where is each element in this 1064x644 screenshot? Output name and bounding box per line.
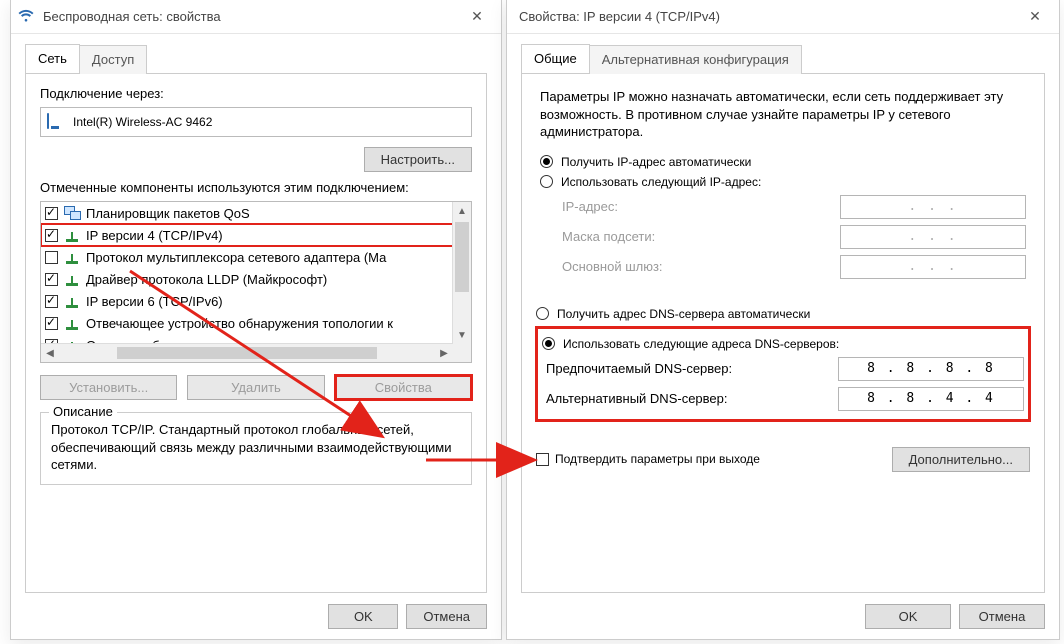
radio-dns-auto[interactable]: Получить адрес DNS-сервера автоматически: [536, 307, 1030, 321]
radio-label: Получить адрес DNS-сервера автоматически: [557, 307, 810, 321]
alternate-dns-label: Альтернативный DNS-сервер:: [546, 391, 838, 406]
subnet-mask-input: . . .: [840, 225, 1026, 249]
validate-checkbox-row[interactable]: Подтвердить параметры при выходе: [536, 452, 760, 466]
radio-ip-auto[interactable]: Получить IP-адрес автоматически: [540, 155, 1026, 169]
item-label: Планировщик пакетов QoS: [86, 206, 250, 221]
checkbox[interactable]: [45, 251, 58, 264]
components-list[interactable]: Планировщик пакетов QoS IP версии 4 (TCP…: [40, 201, 472, 363]
protocol-icon: [64, 228, 80, 242]
titlebar[interactable]: Беспроводная сеть: свойства ✕: [11, 0, 501, 34]
checkbox[interactable]: [45, 317, 58, 330]
subnet-mask-label: Маска подсети:: [562, 229, 840, 244]
radio-icon: [540, 175, 553, 188]
preferred-dns-input[interactable]: 8 . 8 . 8 . 8: [838, 357, 1024, 381]
tab-page: Параметры IP можно назначать автоматичес…: [521, 73, 1045, 593]
connect-via-label: Подключение через:: [40, 86, 472, 101]
checkbox[interactable]: [45, 295, 58, 308]
remove-button[interactable]: Удалить: [187, 375, 324, 400]
close-icon[interactable]: ✕: [1017, 2, 1053, 30]
close-icon[interactable]: ✕: [459, 2, 495, 30]
adapter-icon: [47, 114, 65, 130]
alternate-dns-input[interactable]: 8 . 8 . 4 . 4: [838, 387, 1024, 411]
list-item[interactable]: Протокол мультиплексора сетевого адаптер…: [41, 246, 453, 268]
tab-general[interactable]: Общие: [521, 44, 590, 73]
tab-alt-config[interactable]: Альтернативная конфигурация: [589, 45, 802, 74]
radio-ip-manual[interactable]: Использовать следующий IP-адрес:: [540, 175, 1026, 189]
list-item[interactable]: Драйвер протокола LLDP (Майкрософт): [41, 268, 453, 290]
list-item[interactable]: IP версии 6 (TCP/IPv6): [41, 290, 453, 312]
item-label: Отвечающее устройство обнаружения тополо…: [86, 316, 393, 331]
tab-page: Подключение через: Intel(R) Wireless-AC …: [25, 73, 487, 593]
network-properties-window: Беспроводная сеть: свойства ✕ Сеть Досту…: [10, 0, 502, 640]
ip-address-label: IP-адрес:: [562, 199, 840, 214]
adapter-name: Intel(R) Wireless-AC 9462: [73, 115, 212, 129]
validate-label: Подтвердить параметры при выходе: [555, 452, 760, 466]
gateway-label: Основной шлюз:: [562, 259, 840, 274]
radio-icon: [540, 155, 553, 168]
adapter-field[interactable]: Intel(R) Wireless-AC 9462: [40, 107, 472, 137]
list-item[interactable]: Отвечающее устройство обнаружения тополо…: [41, 312, 453, 334]
vertical-scrollbar[interactable]: ▲▼: [452, 202, 471, 344]
cancel-button[interactable]: Отмена: [406, 604, 487, 629]
window-title: Беспроводная сеть: свойства: [43, 9, 459, 24]
radio-icon: [542, 337, 555, 350]
titlebar[interactable]: Свойства: IP версии 4 (TCP/IPv4) ✕: [507, 0, 1059, 34]
cancel-button[interactable]: Отмена: [959, 604, 1045, 629]
ip-address-input: . . .: [840, 195, 1026, 219]
checkbox[interactable]: [45, 229, 58, 242]
preferred-dns-label: Предпочитаемый DNS-сервер:: [546, 361, 838, 376]
protocol-icon: [64, 294, 80, 308]
item-label: Драйвер протокола LLDP (Майкрософт): [86, 272, 327, 287]
tab-access[interactable]: Доступ: [79, 45, 147, 74]
item-label: Протокол мультиплексора сетевого адаптер…: [86, 250, 386, 265]
radio-dns-manual[interactable]: Использовать следующие адреса DNS-сервер…: [542, 337, 1024, 351]
description-legend: Описание: [49, 404, 117, 419]
list-item-ipv4[interactable]: IP версии 4 (TCP/IPv4): [41, 224, 453, 246]
install-button[interactable]: Установить...: [40, 375, 177, 400]
radio-label: Использовать следующие адреса DNS-сервер…: [563, 337, 839, 351]
ok-button[interactable]: OK: [328, 604, 398, 629]
item-label: IP версии 6 (TCP/IPv6): [86, 294, 223, 309]
item-label: IP версии 4 (TCP/IPv4): [86, 228, 223, 243]
scroll-corner: [453, 344, 471, 362]
radio-icon: [536, 307, 549, 320]
description-group: Описание Протокол TCP/IP. Стандартный пр…: [40, 412, 472, 485]
ok-button[interactable]: OK: [865, 604, 951, 629]
radio-label: Получить IP-адрес автоматически: [561, 155, 751, 169]
radio-label: Использовать следующий IP-адрес:: [561, 175, 761, 189]
ipv4-properties-window: Свойства: IP версии 4 (TCP/IPv4) ✕ Общие…: [506, 0, 1060, 640]
list-item[interactable]: Планировщик пакетов QoS: [41, 202, 453, 224]
protocol-icon: [64, 316, 80, 330]
tabs: Общие Альтернативная конфигурация: [507, 34, 1059, 73]
configure-button[interactable]: Настроить...: [364, 147, 472, 172]
intro-text: Параметры IP можно назначать автоматичес…: [540, 88, 1030, 141]
wifi-icon: [17, 7, 35, 25]
checkbox[interactable]: [536, 453, 549, 466]
checkbox[interactable]: [45, 207, 58, 220]
tabs: Сеть Доступ: [11, 34, 501, 73]
protocol-icon: [64, 250, 80, 264]
dialog-footer: OK Отмена: [328, 604, 487, 629]
components-label: Отмеченные компоненты используются этим …: [40, 180, 472, 195]
tab-network[interactable]: Сеть: [25, 44, 80, 73]
protocol-icon: [64, 272, 80, 286]
checkbox[interactable]: [45, 273, 58, 286]
dialog-footer: OK Отмена: [865, 604, 1045, 629]
qos-icon: [64, 206, 80, 220]
horizontal-scrollbar[interactable]: ◀▶: [41, 343, 453, 362]
description-text: Протокол TCP/IP. Стандартный протокол гл…: [51, 421, 461, 474]
advanced-button[interactable]: Дополнительно...: [892, 447, 1030, 472]
gateway-input: . . .: [840, 255, 1026, 279]
window-title: Свойства: IP версии 4 (TCP/IPv4): [513, 9, 1017, 24]
properties-button[interactable]: Свойства: [335, 375, 472, 400]
